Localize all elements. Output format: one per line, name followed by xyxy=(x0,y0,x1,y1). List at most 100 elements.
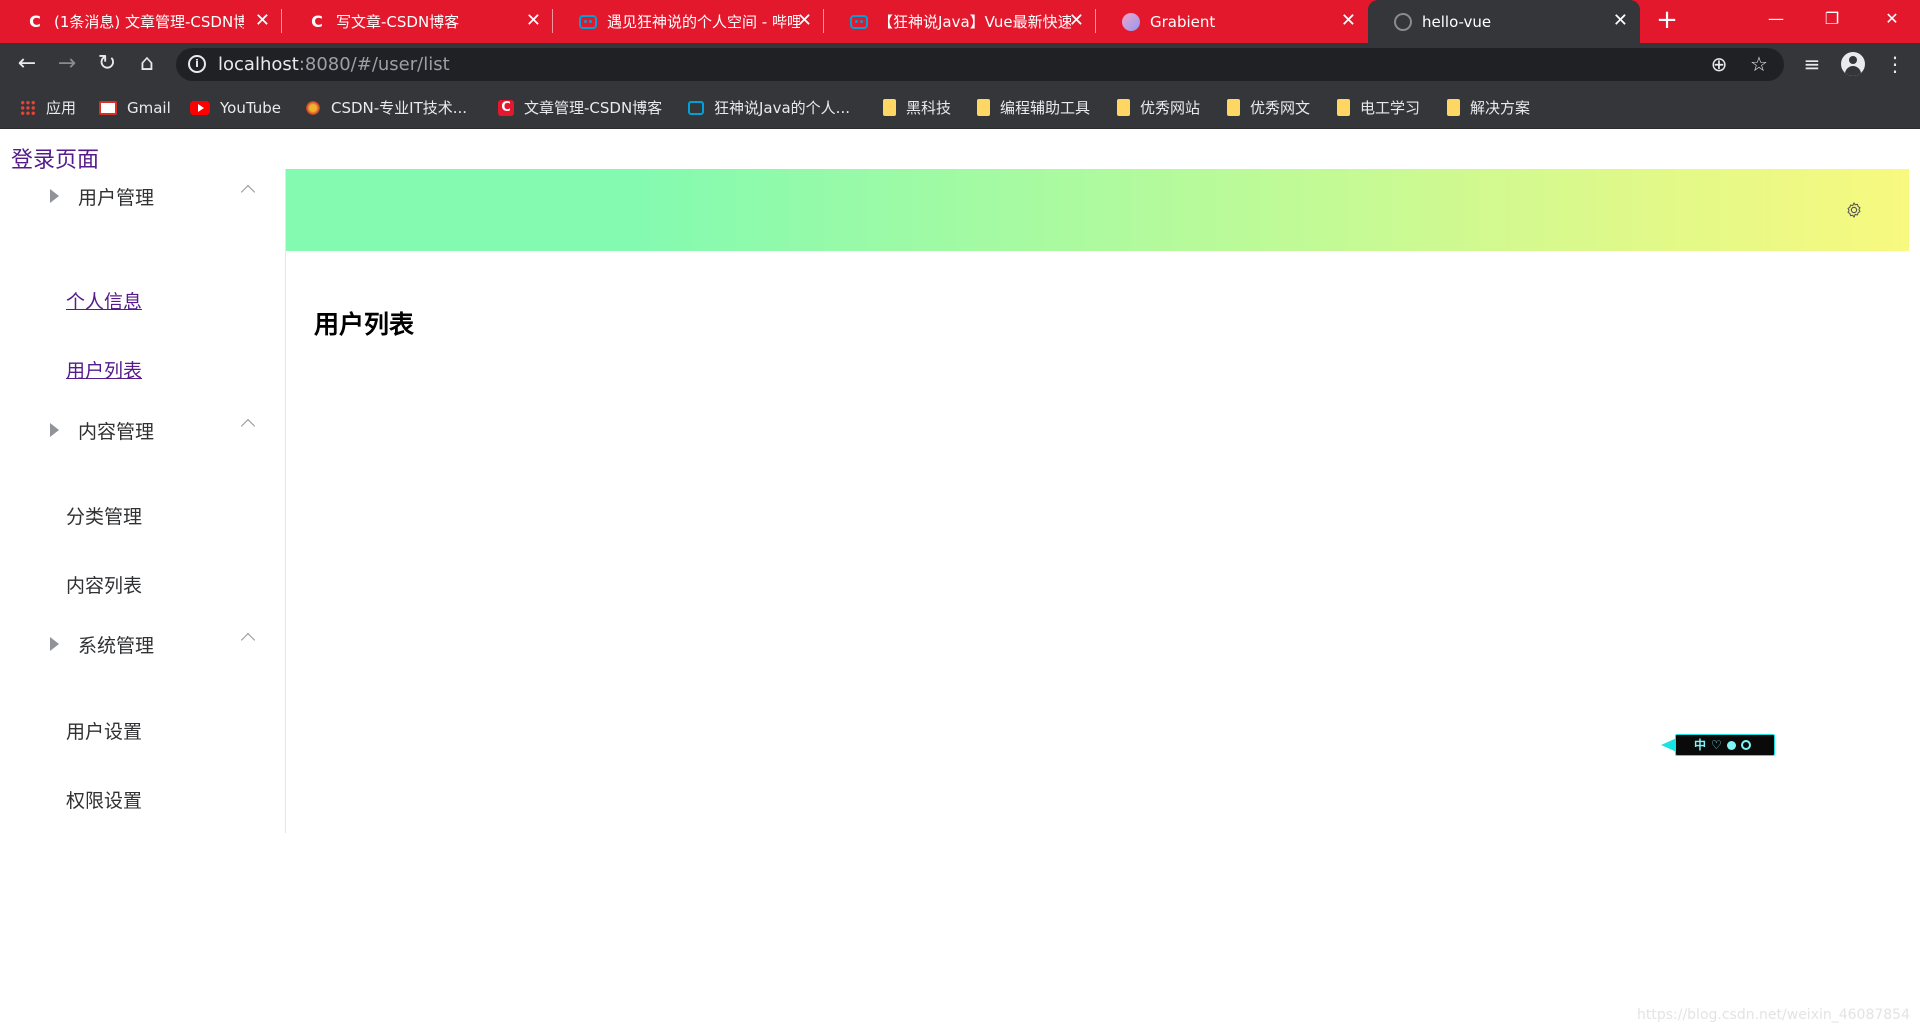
tab-close-icon[interactable]: ✕ xyxy=(255,11,270,31)
url-path: :8080/#/user/list xyxy=(298,54,450,75)
back-arrow-icon[interactable]: ← xyxy=(12,49,42,79)
bookmark-youtube[interactable]: YouTube xyxy=(190,86,281,129)
bookmark-folder-6[interactable]: 解决方案 xyxy=(1447,86,1530,129)
zoom-icon[interactable]: ⊕ xyxy=(1706,52,1732,76)
bookmark-kuangshen[interactable]: 狂神说Java的个人... xyxy=(688,86,850,129)
bookmark-label: 文章管理-CSDN博客 xyxy=(524,99,663,117)
restore-icon[interactable]: ❐ xyxy=(1804,0,1860,40)
bookmark-label: 编程辅助工具 xyxy=(1000,99,1091,117)
apps-grid-icon xyxy=(20,99,36,116)
bilibili-icon xyxy=(688,100,704,115)
bookmark-apps[interactable]: 应用 xyxy=(20,86,76,129)
menu-group-system-management[interactable]: 系统管理 xyxy=(0,617,285,673)
bookmark-label: 狂神说Java的个人... xyxy=(714,99,850,117)
user-icon[interactable] xyxy=(1726,740,1736,750)
browser-tab-4[interactable]: 【狂神说Java】Vue最新快速 ✕ xyxy=(824,0,1096,43)
bookmark-star-icon[interactable]: ☆ xyxy=(1746,52,1772,76)
url-text[interactable]: localhost:8080/#/user/list xyxy=(218,54,450,75)
reload-icon[interactable]: ↻ xyxy=(92,49,122,79)
browser-tab-2[interactable]: C 写文章-CSDN博客 ✕ xyxy=(282,0,553,43)
bookmark-label: 优秀网站 xyxy=(1140,99,1201,117)
tab-close-icon[interactable]: ✕ xyxy=(1613,11,1628,31)
tab-title: 写文章-CSDN博客 xyxy=(336,13,460,31)
bilibili-icon xyxy=(579,14,597,29)
menu-group-title: 系统管理 xyxy=(78,635,155,657)
bookmark-label: 电工学习 xyxy=(1360,99,1421,117)
menu-item-profile[interactable]: 个人信息 xyxy=(66,287,142,314)
media-control-icon[interactable]: ≡ xyxy=(1797,49,1827,79)
widget-body: 中 ♡ xyxy=(1675,734,1775,756)
gear-icon[interactable] xyxy=(1845,201,1863,219)
tab-close-icon[interactable]: ✕ xyxy=(1341,11,1356,31)
tab-close-icon[interactable]: ✕ xyxy=(797,11,812,31)
bookmark-label: 黑科技 xyxy=(906,99,952,117)
watermark: https://blog.csdn.net/weixin_46087854 xyxy=(1636,1007,1910,1023)
sidebar-menu: 用户管理 个人信息 用户列表 内容管理 分类管理 内容列表 系统管理 用户设置 … xyxy=(0,169,286,833)
folder-icon xyxy=(977,99,990,116)
bookmark-folder-1[interactable]: 黑科技 xyxy=(883,86,951,129)
bookmark-csdn-pro[interactable]: CSDN-专业IT技术... xyxy=(305,86,467,129)
folder-icon xyxy=(1337,99,1350,116)
csdn-icon: C xyxy=(311,12,323,31)
bookmark-folder-2[interactable]: 编程辅助工具 xyxy=(977,86,1090,129)
home-icon[interactable]: ⌂ xyxy=(132,49,162,79)
page-viewport: 登录页面 用户管理 个人信息 用户列表 内容管理 分类管理 内容列表 系统管理 … xyxy=(0,130,1920,1030)
bookmark-folder-3[interactable]: 优秀网站 xyxy=(1117,86,1200,129)
menu-group-title: 内容管理 xyxy=(78,421,155,443)
menu-item-user-settings[interactable]: 用户设置 xyxy=(66,717,142,744)
browser-tab-5[interactable]: Grabient ✕ xyxy=(1096,0,1368,43)
menu-item-user-list[interactable]: 用户列表 xyxy=(66,356,142,383)
bookmark-folder-4[interactable]: 优秀网文 xyxy=(1227,86,1310,129)
tab-title: 【狂神说Java】Vue最新快速 xyxy=(878,13,1071,31)
tab-title: (1条消息) 文章管理-CSDN博 xyxy=(54,13,244,31)
menu-group-user-management[interactable]: 用户管理 xyxy=(0,169,285,225)
browser-tab-3[interactable]: 遇见狂神说的个人空间 - 哔哩 ✕ xyxy=(553,0,824,43)
url-host: localhost xyxy=(218,54,299,75)
minimize-icon[interactable]: — xyxy=(1748,0,1804,40)
site-info-icon[interactable]: i xyxy=(188,55,206,73)
profile-avatar-icon[interactable] xyxy=(1841,52,1865,76)
menu-item-content-list[interactable]: 内容列表 xyxy=(66,571,142,598)
bookmark-label: CSDN-专业IT技术... xyxy=(331,99,468,117)
floating-toolbar-widget[interactable]: 中 ♡ xyxy=(1661,734,1775,756)
menu-item-permission-settings[interactable]: 权限设置 xyxy=(66,786,142,813)
bookmark-csdn-articles[interactable]: C 文章管理-CSDN博客 xyxy=(498,86,662,129)
tab-title: hello-vue xyxy=(1422,12,1492,31)
address-bar[interactable]: i localhost:8080/#/user/list ⊕ ☆ xyxy=(176,48,1784,81)
page-title: 用户列表 xyxy=(314,310,415,339)
browser-tab-1[interactable]: C (1条消息) 文章管理-CSDN博 ✕ xyxy=(0,0,282,43)
bookmarks-bar: 应用 Gmail YouTube CSDN-专业IT技术... C 文章管理-C… xyxy=(0,86,1920,129)
bookmark-label: 解决方案 xyxy=(1470,99,1531,117)
bookmark-label: 应用 xyxy=(46,99,77,117)
csdn-pro-icon xyxy=(305,99,321,116)
header-gradient-bar xyxy=(286,169,1909,251)
ring-icon[interactable] xyxy=(1740,740,1751,750)
menu-group-content-management[interactable]: 内容管理 xyxy=(0,403,285,459)
widget-text: 中 xyxy=(1694,738,1707,752)
forward-arrow-icon[interactable]: → xyxy=(52,49,82,79)
bilibili-icon xyxy=(850,14,868,29)
bookmark-gmail[interactable]: Gmail xyxy=(99,86,171,129)
window-close-icon[interactable]: ✕ xyxy=(1864,0,1920,40)
folder-icon xyxy=(883,99,896,116)
new-tab-plus-icon[interactable]: + xyxy=(1652,5,1682,35)
chevron-up-icon xyxy=(240,632,256,648)
csdn-icon: C xyxy=(29,12,41,31)
tab-close-icon[interactable]: ✕ xyxy=(526,11,541,31)
bookmark-folder-5[interactable]: 电工学习 xyxy=(1337,86,1420,129)
caret-right-icon xyxy=(50,423,59,437)
bookmark-label: 优秀网文 xyxy=(1250,99,1311,117)
caret-right-icon xyxy=(50,637,59,651)
browser-tab-active[interactable]: hello-vue ✕ xyxy=(1368,0,1640,43)
browser-toolbar: ← → ↻ ⌂ i localhost:8080/#/user/list ⊕ ☆… xyxy=(0,43,1920,86)
menu-item-category-management[interactable]: 分类管理 xyxy=(66,502,142,529)
bookmark-label: YouTube xyxy=(220,98,281,117)
chevron-up-icon xyxy=(240,418,256,434)
menu-group-title: 用户管理 xyxy=(78,187,155,209)
csdn-icon: C xyxy=(498,99,514,116)
heart-icon[interactable]: ♡ xyxy=(1711,739,1722,751)
browser-menu-icon[interactable]: ⋮ xyxy=(1880,49,1910,79)
tab-close-icon[interactable]: ✕ xyxy=(1069,11,1084,31)
youtube-icon xyxy=(190,100,210,115)
gmail-icon xyxy=(99,100,117,115)
